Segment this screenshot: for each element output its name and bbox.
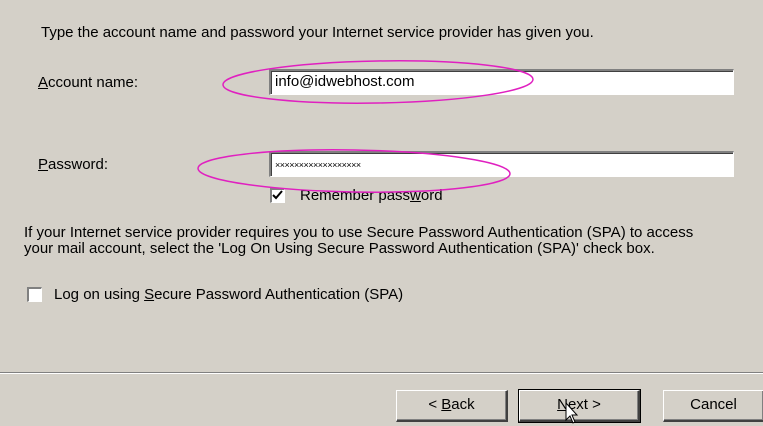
button-divider xyxy=(0,372,763,374)
highlight-annotations xyxy=(197,60,534,193)
cancel-button[interactable]: Cancel xyxy=(663,390,763,422)
remember-password-label[interactable]: Remember password xyxy=(300,187,443,204)
spa-info-text: If your Internet service provider requir… xyxy=(24,224,694,257)
next-button[interactable]: Next > xyxy=(518,389,641,423)
checkmark-icon xyxy=(272,190,283,200)
password-input[interactable]: ×××××××××××××××××× xyxy=(269,151,734,177)
account-name-label: Account name: xyxy=(38,74,139,91)
instruction-text: Type the account name and password your … xyxy=(41,24,594,41)
spa-checkbox-label[interactable]: Log on using Secure Password Authenticat… xyxy=(54,286,403,303)
password-label: Password: xyxy=(38,156,109,173)
account-name-input[interactable]: info@idwebhost.com xyxy=(269,69,734,95)
remember-password-checkbox[interactable] xyxy=(270,188,285,203)
spa-checkbox[interactable] xyxy=(27,287,42,302)
back-button[interactable]: < Back xyxy=(396,390,508,422)
